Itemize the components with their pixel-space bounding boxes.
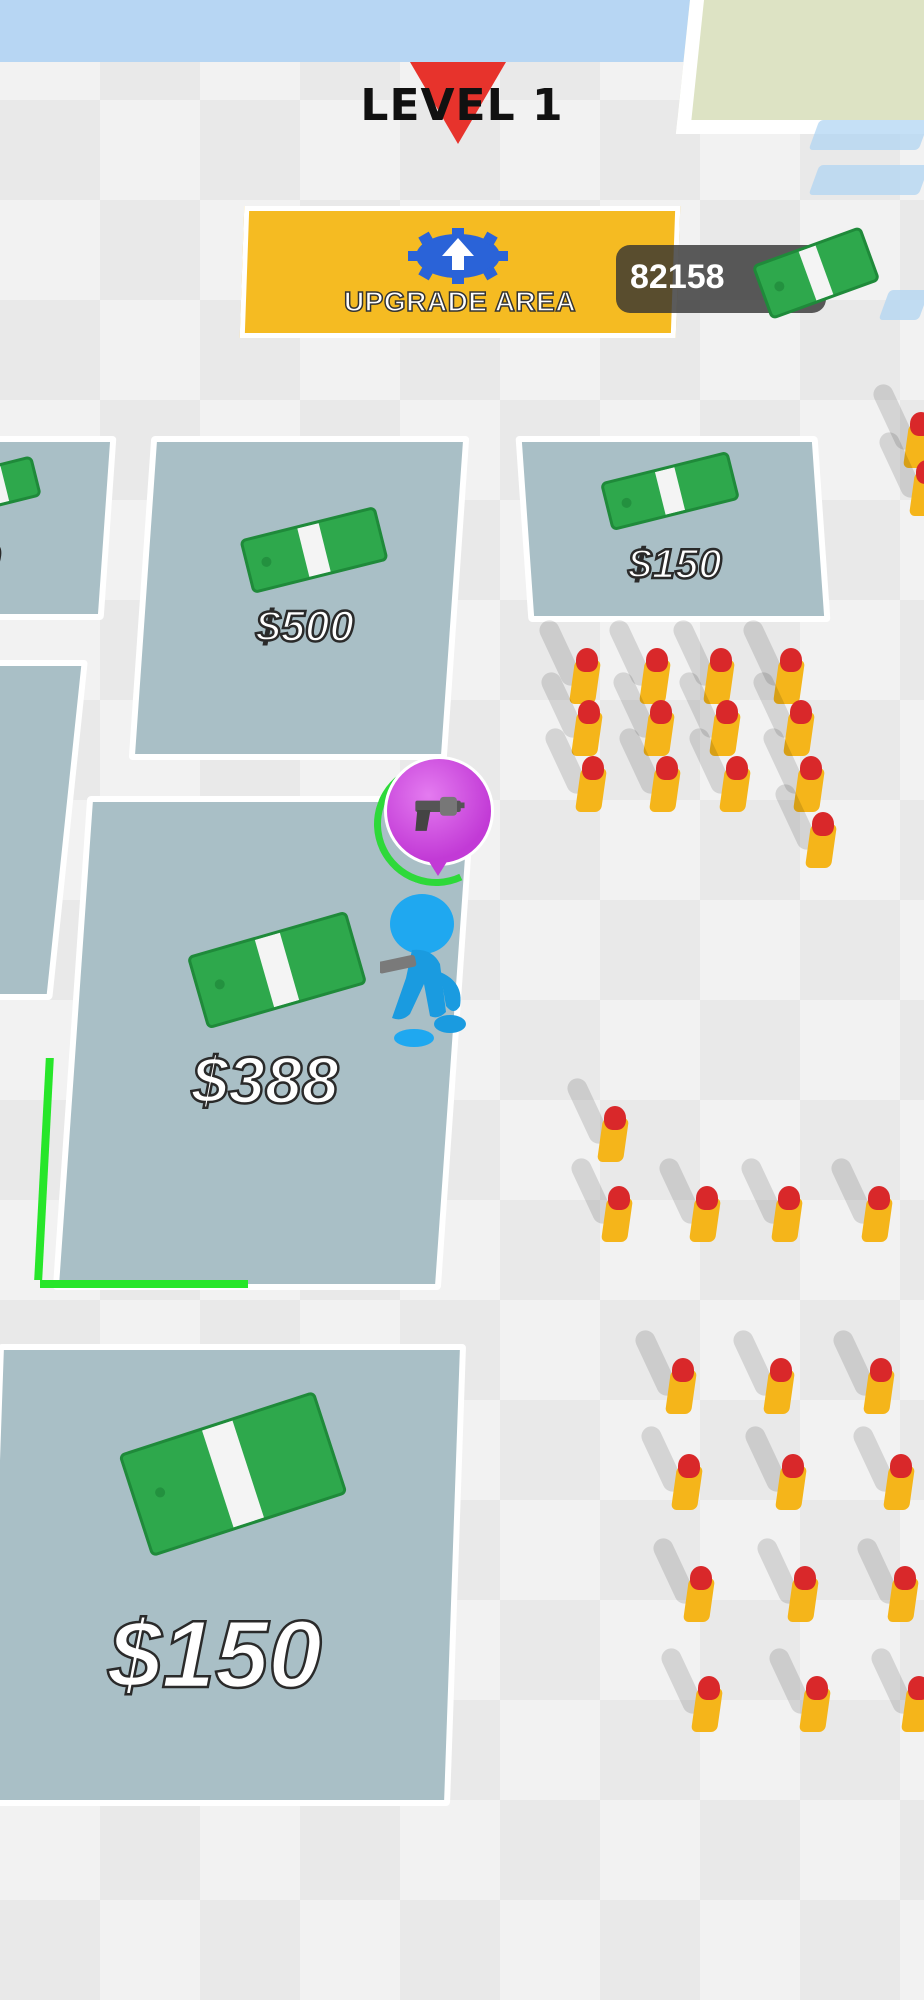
sky-backdrop [0,0,700,62]
bullet-pickup [738,1155,804,1242]
bullet-pickup [616,725,682,812]
bullet-pickup [730,1327,796,1414]
unlock-plot[interactable] [0,660,88,1000]
bullet-pickup [650,1535,716,1622]
bullet-pickup [610,669,676,756]
plot-price: $150 [107,1600,323,1710]
bullet-pickup [868,1645,924,1732]
unlock-plot[interactable] [128,436,470,760]
bullet-pickup [686,725,752,812]
bullet-pickup [542,725,608,812]
bullet-pickup [830,1327,896,1414]
bullet-pickup [670,617,736,704]
weapon-bubble [384,756,494,866]
bullet-pickup [750,669,816,756]
plot-price: $500 [255,601,355,653]
bullet-pickup [754,1535,820,1622]
glass-panel [808,165,924,195]
revolver-icon [415,796,465,831]
unlock-progress [34,1058,54,1280]
level-title: LEVEL 1 [360,80,564,131]
glass-panel [878,290,924,320]
bullet-pickup [606,617,672,704]
bullet-pickup [536,617,602,704]
player-character[interactable] [380,894,490,1054]
bullet-pickup [854,1535,920,1622]
bullet-pickup [656,1155,722,1242]
bullet-pickup [772,781,838,868]
plot-price: $388 [190,1042,339,1119]
bullet-pickup [568,1155,634,1242]
unlock-plot[interactable] [0,1344,467,1806]
bullet-pickup [632,1327,698,1414]
weapon-bubble-tail [428,860,448,876]
upgrade-area-label: UPGRADE AREA [343,285,577,318]
bullet-pickup [658,1645,724,1732]
plot-price: 0 [0,537,20,582]
bullet-pickup [850,1423,916,1510]
bullet-pickup [538,669,604,756]
bullet-pickup [766,1645,832,1732]
bullet-pickup [676,669,742,756]
unlock-progress [40,1280,248,1288]
bullet-pickup [742,1423,808,1510]
bullet-pickup [638,1423,704,1510]
gear-arrow-up-icon [408,228,508,284]
plot-price: $150 [627,539,723,589]
bullet-pickup [828,1155,894,1242]
bullet-pickup [564,1075,630,1162]
currency-value: 82158 [630,258,725,296]
bullet-pickup [876,429,924,516]
